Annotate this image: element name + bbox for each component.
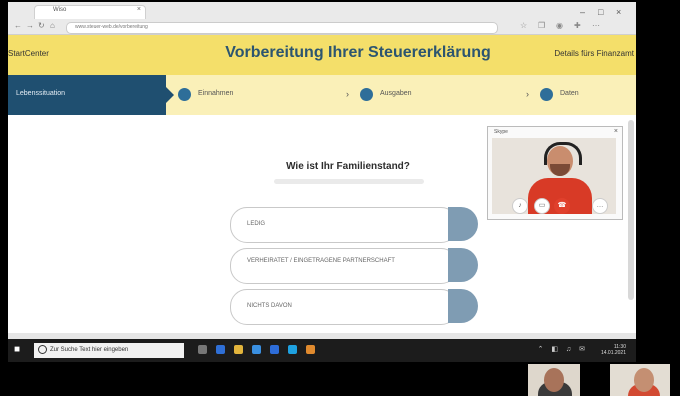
option-body: NICHTS DAVON [230,289,458,325]
option-select-tab [448,207,478,241]
option-label: VERHEIRATET / EINGETRAGENE PARTNERSCHAFT [247,258,395,264]
page-title: Vorbereitung Ihrer Steuererklärung [225,44,491,61]
participant-thumbnail[interactable] [610,364,670,396]
maximize-icon[interactable]: □ [598,7,603,17]
option-select-tab [448,289,478,323]
option-label: NICHTS DAVON [247,303,292,309]
edge-icon[interactable] [216,345,225,354]
search-icon [38,345,47,354]
step-label: Daten [560,90,579,97]
browser-toolbar: Wiso × – □ × ← → ↻ ⌂ www.steuer-web.de/v… [8,2,636,35]
question-subtitle [274,179,424,184]
search-placeholder: Zur Suche Text hier eingeben [50,347,129,353]
finanzamt-link[interactable]: Details fürs Finanzamt [554,49,634,58]
profile-icon[interactable]: ◉ [556,21,563,30]
clock-date: 14.01.2021 [600,350,626,356]
question-title: Wie ist Ihr Familienstand? [286,161,410,172]
step-dot [178,88,191,101]
explorer-icon[interactable] [234,345,243,354]
option-body: VERHEIRATET / EINGETRAGENE PARTNERSCHAFT [230,248,458,284]
chevron-right-icon: › [526,89,529,99]
participant-thumbnail[interactable] [528,364,580,396]
vertical-scrollbar[interactable] [628,120,634,300]
store-icon[interactable] [252,345,261,354]
menu-icon[interactable]: ⋯ [592,21,600,30]
video-call-window[interactable]: Skype × ♪ ▭ ☎ … [487,126,623,220]
system-tray-icons[interactable]: ⌃ ◧ ♫ ✉ [538,345,588,353]
collections-icon[interactable]: ❐ [538,21,545,30]
taskbar-search-input[interactable]: Zur Suche Text hier eingeben [34,343,184,358]
option-body: LEDIG [230,207,458,243]
step-arrow [166,87,174,103]
microphone-icon[interactable]: ♪ [512,198,528,214]
extensions-icon[interactable]: ✚ [574,21,581,30]
window-close-icon[interactable]: × [616,7,621,17]
address-bar[interactable]: www.steuer-web.de/vorbereitung [66,22,498,34]
screen: Wiso × – □ × ← → ↻ ⌂ www.steuer-web.de/v… [8,2,636,362]
step-dot [360,88,373,101]
more-options-icon[interactable]: … [592,198,608,214]
favorite-icon[interactable]: ☆ [520,21,527,30]
windows-start-icon[interactable]: ■ [14,344,20,355]
video-window-title: Skype [494,129,508,135]
browser-tab[interactable]: Wiso × [34,5,146,19]
option-select-tab [448,248,478,282]
step-label: Einnahmen [198,90,234,97]
option-verheiratet[interactable]: VERHEIRATET / EINGETRAGENE PARTNERSCHAFT [230,248,478,284]
participant-head [634,368,654,392]
participant-head [544,368,564,392]
step-active-label: Lebenssituation [16,90,66,97]
step-label: Ausgaben [380,90,412,97]
close-icon[interactable]: × [614,128,618,135]
close-icon[interactable]: × [137,6,141,13]
minimize-icon[interactable]: – [580,7,585,17]
chevron-right-icon: › [346,89,349,99]
back-icon[interactable]: ← [14,21,22,30]
video-feed: ♪ ▭ ☎ … [492,138,616,214]
url-text: www.steuer-web.de/vorbereitung [75,24,148,30]
startcenter-link[interactable]: StartCenter [8,49,49,58]
option-label: LEDIG [247,221,266,227]
clock[interactable]: 11:30 14.01.2021 [601,344,626,356]
firefox-icon[interactable] [306,345,315,354]
home-icon[interactable]: ⌂ [50,21,55,30]
progress-steps: Lebenssituation Einnahmen › Ausgaben › D… [8,75,636,115]
forward-icon[interactable]: → [26,21,34,30]
tab-title: Wiso [53,7,67,13]
reload-icon[interactable]: ↻ [38,21,45,30]
taskbar: ■ Zur Suche Text hier eingeben ⌃ ◧ ♫ ✉ 1… [8,339,636,362]
option-nichts-davon[interactable]: NICHTS DAVON [230,289,478,325]
camera-icon[interactable]: ▭ [534,198,550,214]
option-ledig[interactable]: LEDIG [230,207,478,243]
mail-icon[interactable] [270,345,279,354]
end-call-icon[interactable]: ☎ [554,198,570,214]
step-lebenssituation[interactable]: Lebenssituation [8,75,166,115]
skype-icon[interactable] [288,345,297,354]
headset-icon [544,142,582,165]
step-dot [540,88,553,101]
task-view-icon[interactable] [198,345,207,354]
app-header: StartCenter Vorbereitung Ihrer Steuererk… [8,35,636,75]
